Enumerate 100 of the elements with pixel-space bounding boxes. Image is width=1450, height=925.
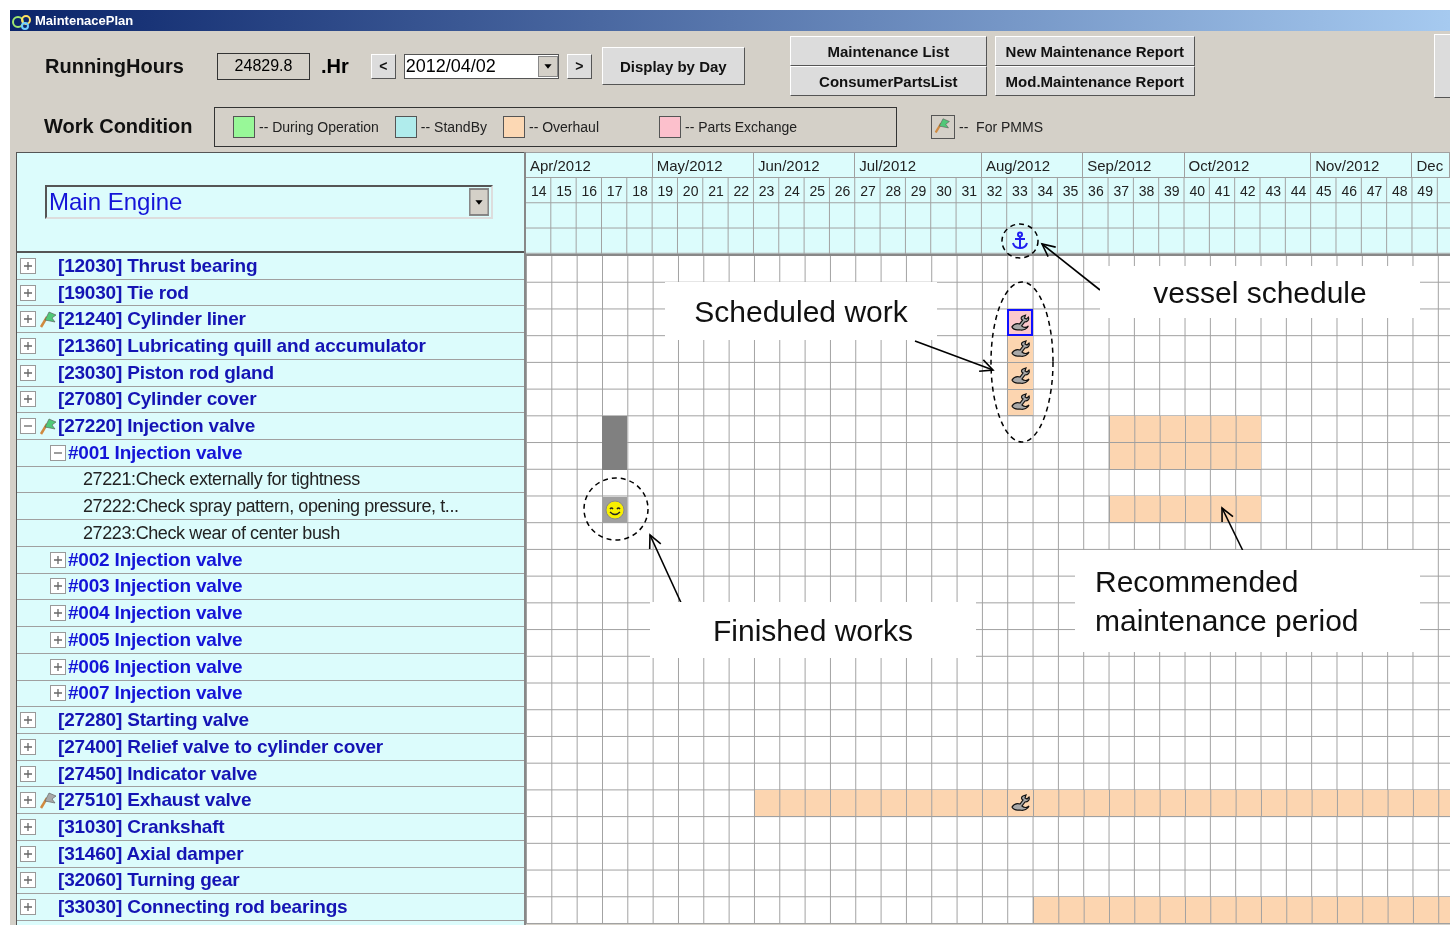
tree-item[interactable]: [27450] Indicator valve xyxy=(58,762,258,785)
week-header: 30 xyxy=(935,181,953,201)
expand-icon[interactable] xyxy=(20,765,36,782)
tree-item[interactable]: [33030] Connecting rod bearings xyxy=(58,896,348,919)
expand-icon[interactable] xyxy=(50,685,66,702)
week-header: 29 xyxy=(909,181,928,201)
collapse-icon[interactable] xyxy=(50,444,66,461)
tree-item[interactable]: [31460] Axial damper xyxy=(58,842,244,865)
date-field[interactable]: 2012/04/02 xyxy=(403,53,559,79)
running-hours-field: 24829.8 xyxy=(217,52,310,80)
week-header: 45 xyxy=(1315,181,1333,201)
scheduled-work-cell[interactable] xyxy=(1007,389,1033,417)
month-header: Apr/2012 xyxy=(526,153,653,179)
week-header: 22 xyxy=(732,181,751,201)
toolbar-button[interactable]: ConsumerPartsList xyxy=(789,66,987,96)
wrench-icon xyxy=(1009,339,1032,359)
expand-icon[interactable] xyxy=(20,284,36,301)
wrench-icon xyxy=(1009,365,1032,386)
expand-icon[interactable] xyxy=(20,845,36,862)
expand-icon[interactable] xyxy=(20,364,36,381)
week-header: 47 xyxy=(1365,181,1384,201)
tree-item[interactable]: #005 Injection valve xyxy=(68,628,243,651)
expand-icon[interactable] xyxy=(20,872,36,889)
tree-item[interactable]: 27222:Check spray pattern, opening pressure, t... xyxy=(83,495,459,517)
tree-item[interactable]: #003 Injection valve xyxy=(68,575,243,598)
week-header: 41 xyxy=(1213,181,1232,201)
tree-item[interactable]: [27400] Relief valve to cylinder cover xyxy=(58,735,384,758)
scheduled-work-cell[interactable] xyxy=(1007,336,1033,363)
toolbar-button[interactable]: Mod.Maintenance Report xyxy=(994,66,1195,96)
date-value: 2012/04/02 xyxy=(405,55,496,77)
scheduled-work-cell[interactable] xyxy=(1007,362,1033,390)
scheduled-work-cell[interactable] xyxy=(1007,790,1033,818)
tree-item[interactable]: [31030] Crankshaft xyxy=(58,815,225,838)
month-header: Nov/2012 xyxy=(1311,153,1413,179)
week-header: 35 xyxy=(1061,181,1080,201)
tree-item[interactable]: [21240] Cylinder liner xyxy=(58,308,246,331)
week-header: 23 xyxy=(757,181,776,201)
expand-icon[interactable] xyxy=(20,712,36,729)
tree-item[interactable]: [21360] Lubricating quill and accumulator xyxy=(58,335,426,357)
week-header: 38 xyxy=(1137,181,1156,201)
expand-icon[interactable] xyxy=(20,792,36,809)
toolbar-button[interactable]: Maintenance List xyxy=(789,36,987,66)
week-header: 26 xyxy=(833,181,852,201)
week-header: 44 xyxy=(1289,181,1308,201)
tree-item[interactable]: [12030] Thrust bearing xyxy=(58,254,258,277)
dashed-circle xyxy=(583,477,649,541)
equipment-dropdown[interactable]: Main Engine xyxy=(45,185,493,219)
tree-item[interactable]: [27080] Cylinder cover xyxy=(58,388,257,411)
week-header: 31 xyxy=(960,181,979,201)
tree-item[interactable]: [19030] Tie rod xyxy=(58,281,189,304)
expand-icon[interactable] xyxy=(20,338,36,354)
week-header: 33 xyxy=(1011,181,1029,201)
legend-label: -- During Operation xyxy=(259,118,379,135)
week-header: 32 xyxy=(985,181,1004,201)
unit-label: .Hr xyxy=(321,54,349,78)
tree-item[interactable]: #007 Injection valve xyxy=(68,682,243,705)
week-header: 15 xyxy=(555,181,573,201)
next-button[interactable]: > xyxy=(566,53,592,79)
expand-icon[interactable] xyxy=(20,311,36,328)
expand-icon[interactable] xyxy=(50,551,66,568)
expand-icon[interactable] xyxy=(50,605,66,622)
month-header: Sep/2012 xyxy=(1083,153,1185,179)
tree-item[interactable]: 27221:Check externally for tightness xyxy=(83,469,360,491)
expand-icon[interactable] xyxy=(20,818,36,835)
expand-icon[interactable] xyxy=(50,631,66,648)
completed-bar xyxy=(602,443,628,470)
tree-item[interactable]: [23030] Piston rod gland xyxy=(58,361,274,384)
expand-icon[interactable] xyxy=(20,738,36,755)
week-header: 19 xyxy=(656,181,675,201)
week-header: 27 xyxy=(859,181,877,201)
toolbar-button[interactable]: New Maintenance Report xyxy=(994,36,1195,66)
display-by-day-button[interactable]: Display by Day xyxy=(601,47,745,85)
legend-label: -- StandBy xyxy=(420,118,487,135)
expand-icon[interactable] xyxy=(20,391,36,408)
week-header: 18 xyxy=(631,181,649,201)
anchor-icon xyxy=(1010,231,1029,252)
expand-icon[interactable] xyxy=(20,257,36,274)
month-header: Aug/2012 xyxy=(981,153,1084,179)
tree-item[interactable]: 27223:Check wear of center bush xyxy=(83,522,340,544)
tree-item[interactable]: #002 Injection valve xyxy=(68,548,243,571)
expand-icon[interactable] xyxy=(50,578,66,595)
tree-item[interactable]: [27220] Injection valve xyxy=(58,415,256,438)
expand-icon[interactable] xyxy=(50,658,66,675)
collapse-icon[interactable] xyxy=(20,418,36,435)
tree-item[interactable]: #001 Injection valve xyxy=(68,441,243,464)
week-header: 39 xyxy=(1163,181,1181,201)
dropdown-arrow-icon xyxy=(469,188,489,216)
flag-icon xyxy=(931,114,955,139)
tree-item[interactable]: [27510] Exhaust valve xyxy=(58,789,252,812)
tree-item[interactable]: #006 Injection valve xyxy=(68,655,243,678)
tree-item[interactable]: [32060] Turning gear xyxy=(58,869,240,892)
expand-icon[interactable] xyxy=(20,899,36,916)
week-header: 34 xyxy=(1036,181,1054,201)
week-header: 40 xyxy=(1188,181,1206,201)
callout-text: Scheduled work xyxy=(665,282,937,340)
tree-item[interactable]: [27280] Starting valve xyxy=(58,709,249,732)
equipment-value: Main Engine xyxy=(49,188,183,216)
previous-button[interactable]: < xyxy=(370,53,396,79)
tree-item[interactable]: #004 Injection valve xyxy=(68,602,243,625)
scheduled-work-cell[interactable] xyxy=(1007,309,1033,337)
